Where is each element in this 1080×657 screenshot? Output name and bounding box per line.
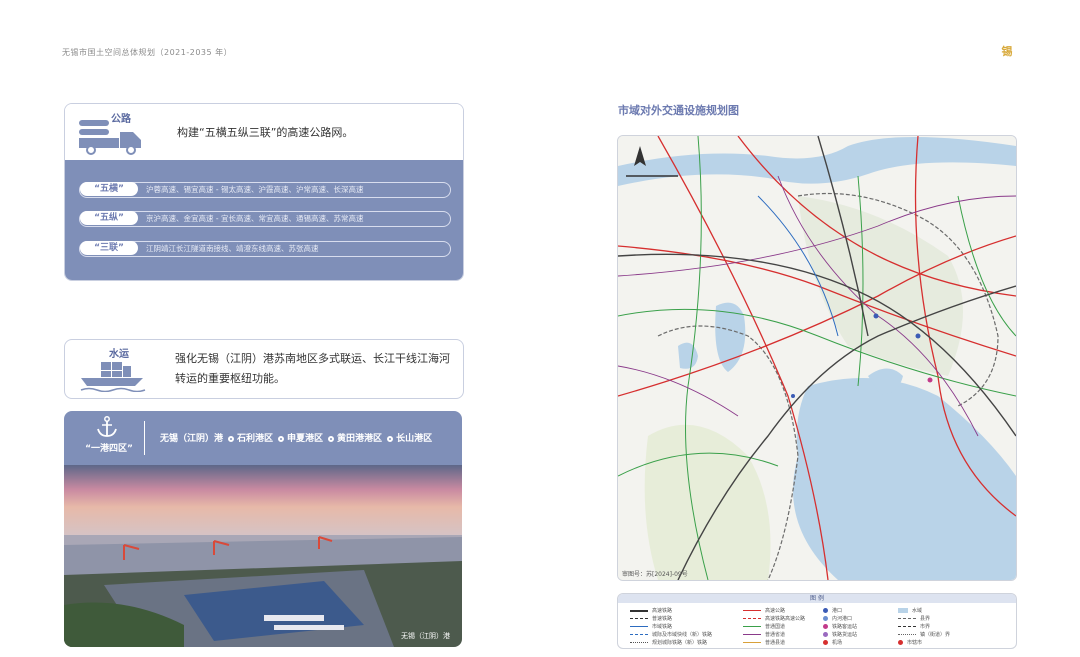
- water-category-label: 水运: [109, 349, 129, 360]
- legend-item: 城际及市域快线（新）铁路: [630, 631, 712, 638]
- port-area-item: 申夏港区: [278, 431, 323, 444]
- legend-item: 市界: [898, 623, 930, 630]
- legend-item: 市域铁路: [630, 623, 672, 630]
- map-canvas: [618, 136, 1016, 580]
- map-title: 市域对外交通设施规划图: [618, 104, 739, 117]
- legend-item: 规划城际铁路（新）铁路: [630, 639, 707, 646]
- water-panel: 水运 强化无锡（江阴）港苏南地区多式联运、长江干线江海河转运的重要枢纽功能。: [64, 339, 464, 399]
- anchor-icon: [97, 416, 117, 437]
- port-divider: [144, 421, 145, 455]
- photo-caption: 无锡（江阴）港: [401, 632, 450, 640]
- port-area-item: 黄田港港区: [328, 431, 382, 444]
- legend-item: 高速铁路高速公路: [743, 615, 805, 622]
- legend-item: 港口: [823, 607, 842, 614]
- transport-map[interactable]: 审图号：苏[2024]-09号: [617, 135, 1017, 581]
- legend-item: 普通国道: [743, 623, 785, 630]
- road-description: 构建“五横五纵三联”的高速公路网。: [177, 126, 354, 139]
- road-row-tag: “三联”: [80, 241, 138, 255]
- legend-title: 图 例: [618, 594, 1016, 603]
- road-network-list: “五横” 沪蓉高速、锡宜高速 - 锡太高速、沪霞高速、沪常高速、长深高速 “五纵…: [65, 160, 463, 280]
- map-approval-note: 审图号：苏[2024]-09号: [622, 571, 688, 578]
- legend-item: 市辖市: [898, 639, 922, 646]
- legend-item: 铁路货运站: [823, 631, 857, 638]
- port-area-list: 无锡（江阴）港 石利港区 申夏港区 黄田港港区 长山港区: [160, 431, 432, 444]
- brand-logo: 锡: [992, 43, 1022, 59]
- document-header-title: 无锡市国土空间总体规划（2021-2035 年）: [62, 48, 233, 57]
- legend-item: 机场: [823, 639, 842, 646]
- road-row-sanlian: “三联” 江阴靖江长江隧道南接线、靖澄东线高速、苏张高速: [79, 241, 451, 257]
- road-row-wuzong: “五纵” 京沪高速、金宜高速 - 宜长高速、常宜高速、通锡高速、苏常高速: [79, 211, 451, 227]
- legend-item: 普通省道: [743, 631, 785, 638]
- port-header: “一港四区” 无锡（江阴）港 石利港区 申夏港区 黄田港港区 长山港区: [64, 411, 462, 465]
- road-row-text: 沪蓉高速、锡宜高速 - 锡太高速、沪霞高速、沪常高速、长深高速: [146, 185, 364, 194]
- brand-logo-text: 锡: [1001, 45, 1013, 58]
- port-panel: “一港四区” 无锡（江阴）港 石利港区 申夏港区 黄田港港区 长山港区 无锡（江…: [64, 411, 462, 647]
- map-legend: 图 例 高速铁路 普速铁路 市域铁路 城际及市域快线（新）铁路 规划城际铁路（新…: [617, 593, 1017, 649]
- port-title: “一港四区”: [85, 444, 133, 454]
- legend-item: 水域: [898, 607, 922, 614]
- legend-item: 铁路客运站: [823, 623, 857, 630]
- road-panel-header: 公路 构建“五横五纵三联”的高速公路网。: [65, 104, 463, 160]
- port-area-item: 长山港区: [387, 431, 432, 444]
- legend-item: 普通县道: [743, 639, 785, 646]
- legend-item: 高速铁路: [630, 607, 672, 614]
- road-row-tag: “五横”: [80, 182, 138, 196]
- legend-item: 县界: [898, 615, 930, 622]
- road-row-tag: “五纵”: [80, 211, 138, 225]
- road-category-label: 公路: [111, 114, 131, 125]
- legend-item: 普速铁路: [630, 615, 672, 622]
- legend-item: 镇（街道）界: [898, 631, 950, 638]
- water-description: 强化无锡（江阴）港苏南地区多式联运、长江干线江海河转运的重要枢纽功能。: [175, 352, 450, 385]
- port-area-item: 石利港区: [228, 431, 273, 444]
- road-row-wuheng: “五横” 沪蓉高速、锡宜高速 - 锡太高速、沪霞高速、沪常高速、长深高速: [79, 182, 451, 198]
- legend-item: 内河港口: [823, 615, 852, 622]
- road-panel: 公路 构建“五横五纵三联”的高速公路网。 “五横” 沪蓉高速、锡宜高速 - 锡太…: [64, 103, 464, 281]
- port-photo: [64, 465, 462, 647]
- legend-item: 高速公路: [743, 607, 785, 614]
- port-main-name: 无锡（江阴）港: [160, 434, 224, 444]
- road-row-text: 江阴靖江长江隧道南接线、靖澄东线高速、苏张高速: [146, 244, 319, 253]
- road-row-text: 京沪高速、金宜高速 - 宜长高速、常宜高速、通锡高速、苏常高速: [146, 214, 364, 223]
